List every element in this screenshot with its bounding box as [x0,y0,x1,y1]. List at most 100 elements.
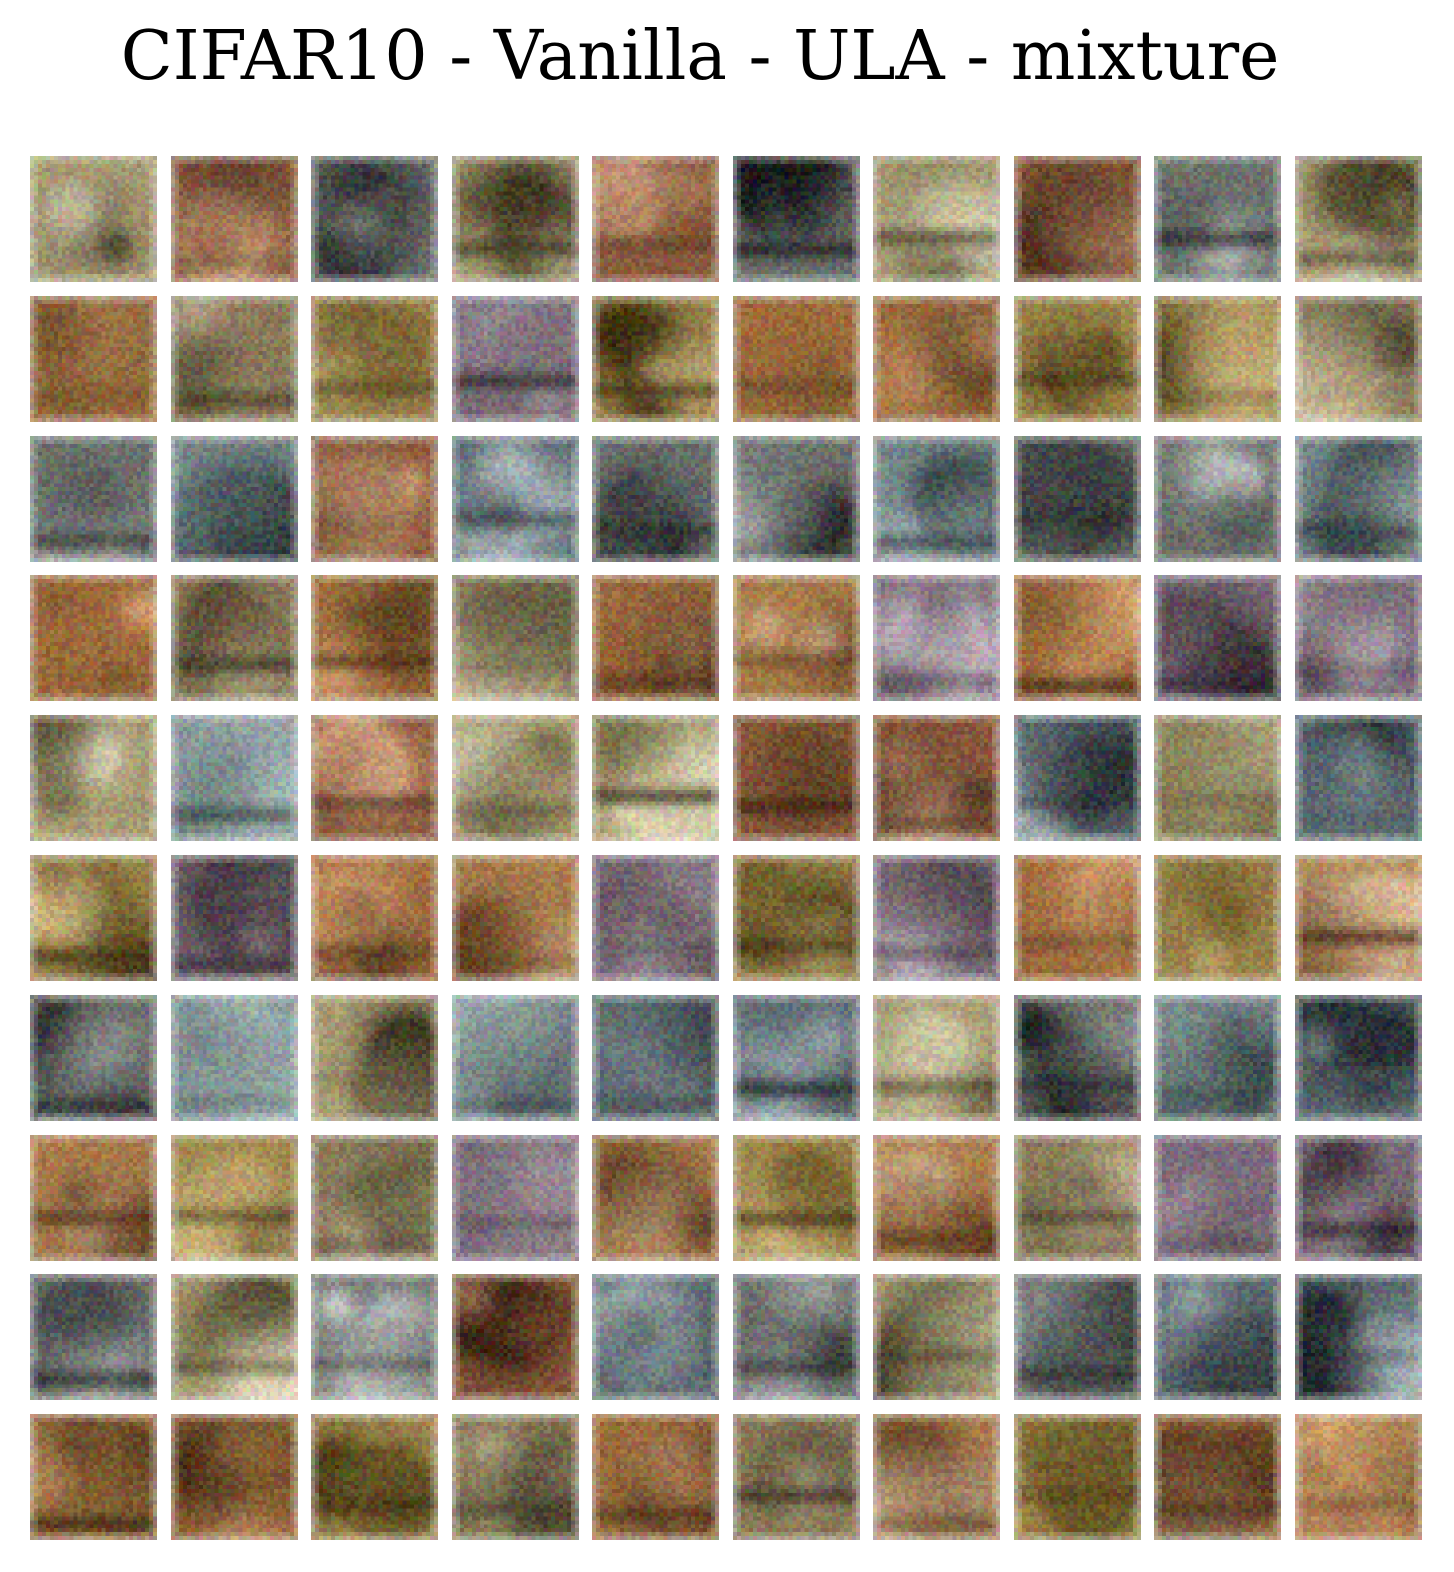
sample-image [1154,855,1281,981]
sample-image-canvas [873,575,1000,701]
sample-image [1154,1274,1281,1400]
sample-image-canvas [592,1274,719,1400]
sample-image-canvas [1295,715,1422,841]
sample-image [873,995,1000,1121]
sample-image-canvas [30,575,157,701]
sample-image-canvas [873,855,1000,981]
sample-image [873,1135,1000,1261]
sample-image [1154,1414,1281,1540]
sample-image [30,296,157,422]
sample-image-canvas [1014,296,1141,422]
sample-image-canvas [592,715,719,841]
sample-image-canvas [1154,715,1281,841]
sample-image [733,715,860,841]
sample-image-canvas [733,156,860,282]
sample-image [873,715,1000,841]
sample-image [171,575,298,701]
sample-image-canvas [1295,855,1422,981]
sample-image [873,156,1000,282]
sample-image-canvas [452,575,579,701]
sample-image-canvas [1014,715,1141,841]
sample-image-canvas [1295,1274,1422,1400]
sample-image [171,1135,298,1261]
sample-grid [30,156,1422,1556]
sample-image-canvas [733,1274,860,1400]
sample-image-canvas [452,1414,579,1540]
sample-image [1295,855,1422,981]
sample-image [592,1135,719,1261]
sample-image-canvas [592,1135,719,1261]
sample-image-canvas [592,575,719,701]
sample-image-canvas [452,715,579,841]
sample-image [1154,156,1281,282]
sample-image [452,715,579,841]
sample-image [1295,296,1422,422]
sample-image-canvas [873,296,1000,422]
sample-image [171,156,298,282]
sample-image-canvas [311,995,438,1121]
sample-image-canvas [452,156,579,282]
sample-image-canvas [452,436,579,562]
sample-image-canvas [311,1135,438,1261]
sample-image-canvas [30,1274,157,1400]
sample-image [1154,1135,1281,1261]
sample-image [1014,436,1141,562]
sample-image-canvas [1014,436,1141,562]
sample-image [1295,575,1422,701]
sample-image-canvas [1014,995,1141,1121]
sample-image-canvas [1154,1274,1281,1400]
sample-image [733,1414,860,1540]
sample-image [1014,855,1141,981]
sample-image-canvas [452,855,579,981]
sample-image [733,1135,860,1261]
sample-image [592,436,719,562]
sample-image-canvas [1295,296,1422,422]
sample-image [1295,995,1422,1121]
sample-image [592,1414,719,1540]
sample-image-canvas [1014,575,1141,701]
sample-image-canvas [592,296,719,422]
sample-image [1014,1414,1141,1540]
sample-image [592,855,719,981]
sample-image-canvas [733,436,860,562]
figure-title: CIFAR10 - Vanilla - ULA - mixture [120,17,1280,96]
sample-image-canvas [171,575,298,701]
sample-image-canvas [873,1274,1000,1400]
sample-image [452,1135,579,1261]
sample-image-canvas [311,436,438,562]
sample-image-canvas [30,156,157,282]
sample-image-canvas [311,1274,438,1400]
sample-image [592,296,719,422]
sample-image-canvas [592,156,719,282]
sample-image [1295,1135,1422,1261]
sample-image [733,575,860,701]
sample-image [30,436,157,562]
sample-image [592,575,719,701]
sample-image [1014,296,1141,422]
sample-image-canvas [171,296,298,422]
sample-image-canvas [1014,1135,1141,1261]
sample-image-canvas [592,855,719,981]
sample-image-canvas [1154,1414,1281,1540]
sample-image-canvas [592,995,719,1121]
sample-image-canvas [1154,156,1281,282]
sample-image-canvas [1154,1135,1281,1261]
sample-image-canvas [873,715,1000,841]
sample-image [1295,715,1422,841]
sample-image-canvas [171,436,298,562]
sample-image-canvas [733,1135,860,1261]
sample-image-canvas [1014,156,1141,282]
sample-image [171,855,298,981]
sample-image [873,575,1000,701]
sample-image [733,436,860,562]
sample-image-canvas [30,296,157,422]
sample-image [592,715,719,841]
sample-image-canvas [30,855,157,981]
sample-image-canvas [30,995,157,1121]
sample-image-canvas [311,715,438,841]
sample-image [873,1274,1000,1400]
sample-image-canvas [30,715,157,841]
sample-image [30,1274,157,1400]
sample-image-canvas [171,715,298,841]
sample-image-canvas [873,436,1000,562]
